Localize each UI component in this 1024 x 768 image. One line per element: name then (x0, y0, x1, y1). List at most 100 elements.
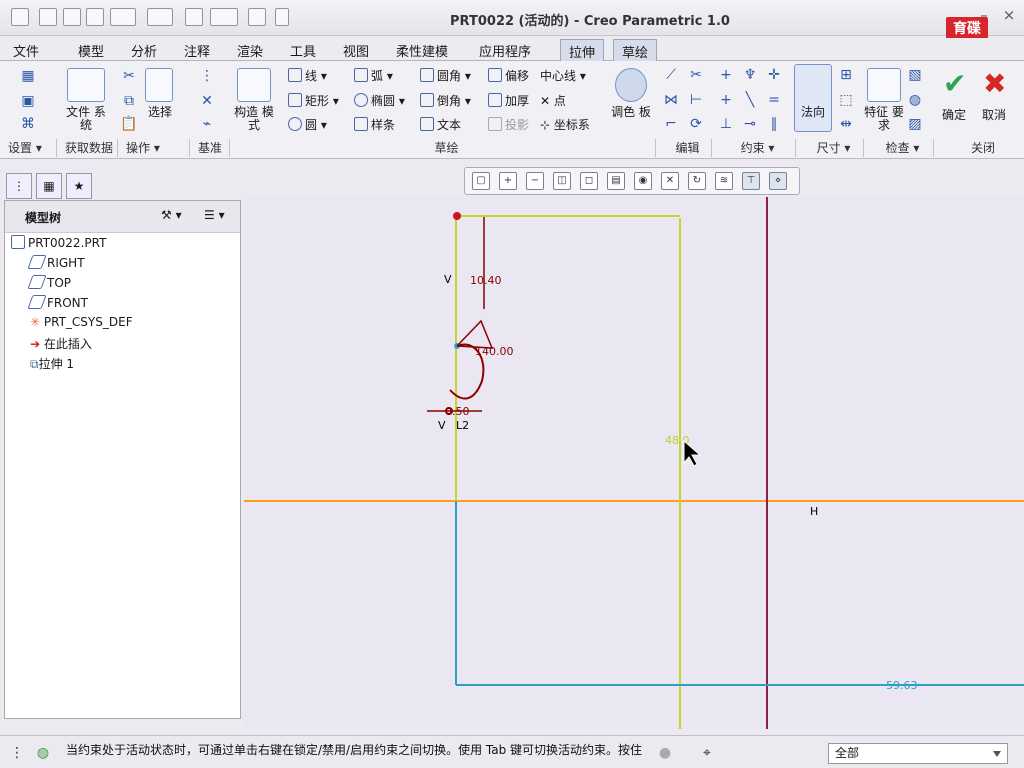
close-window-icon[interactable] (248, 8, 266, 26)
file-system-button[interactable] (67, 68, 105, 102)
feature-requirements-button[interactable] (867, 68, 901, 102)
group-close[interactable]: 关闭 (934, 139, 1024, 157)
points-icon[interactable]: ⋮ (198, 67, 216, 85)
baseline-icon[interactable]: ⇹ (837, 115, 855, 133)
tab-flexible-modeling[interactable]: 柔性建模 (396, 41, 448, 60)
parallel-constraint-icon[interactable]: ∥ (765, 115, 783, 133)
dimension-59-63[interactable]: 59.63 (886, 679, 918, 692)
tab-applications[interactable]: 应用程序 (479, 41, 531, 60)
view-manager-icon[interactable]: ◉ (634, 172, 652, 190)
dimension-10-40[interactable]: 10.40 (470, 274, 502, 287)
sketch-display-icon[interactable]: ⊤ (742, 172, 760, 190)
dimension-140[interactable]: 140.00 (475, 345, 514, 358)
annotation-display-icon[interactable]: ≋ (715, 172, 733, 190)
cancel-x-icon[interactable]: ✖ (983, 67, 1006, 100)
construction-mode-button[interactable] (237, 68, 271, 102)
tree-item-top[interactable]: TOP (27, 275, 71, 290)
reference-dim-icon[interactable]: ⬚ (837, 91, 855, 109)
group-operations[interactable]: 操作 ▾ (118, 139, 190, 157)
regenerate-icon[interactable] (185, 8, 203, 26)
x-icon[interactable]: ✕ (198, 92, 216, 110)
display-style-icon[interactable]: ◻ (580, 172, 598, 190)
datum-display-icon[interactable]: ✕ (661, 172, 679, 190)
group-get-data[interactable]: 获取数据 (57, 139, 118, 157)
datum-csys-icon[interactable]: ⌁ (198, 115, 216, 133)
group-dimension[interactable]: 尺寸 ▾ (796, 139, 864, 157)
favorites-tab[interactable]: ★ (66, 173, 92, 199)
highlight-open-ends-icon[interactable]: ▧ (906, 66, 924, 84)
perpendicular-constraint-icon[interactable]: ⊥ (717, 115, 735, 133)
tree-item-front[interactable]: FRONT (27, 295, 88, 310)
rectangle-tool[interactable]: 矩形 ▾ (288, 92, 339, 109)
delete-segment-icon[interactable]: ✂ (687, 66, 705, 84)
sketch-view-icon[interactable]: ▣ (19, 92, 37, 110)
tangent-constraint-icon[interactable]: ♆ (741, 66, 759, 84)
horizontal-constraint-icon[interactable]: + (717, 91, 735, 109)
start-point[interactable] (453, 212, 461, 220)
selection-filter[interactable]: 全部 (828, 743, 1008, 764)
spin-center-icon[interactable]: ↻ (688, 172, 706, 190)
save-icon[interactable] (86, 8, 104, 26)
symmetric-constraint-icon[interactable]: ✛ (765, 66, 783, 84)
mirror-icon[interactable]: ⋈ (662, 91, 680, 109)
tree-item-extrude[interactable]: ⧉拉伸 1 (30, 355, 74, 372)
group-setup[interactable]: 设置 ▾ (0, 139, 57, 157)
ellipse-tool[interactable]: 椭圆 ▾ (354, 92, 405, 109)
circle-tool[interactable]: 圆 ▾ (288, 116, 327, 133)
grid-icon[interactable]: ▦ (19, 67, 37, 85)
close-button[interactable]: × (1000, 8, 1018, 24)
arc-tool[interactable]: 弧 ▾ (354, 67, 393, 84)
zoom-out-icon[interactable]: − (526, 172, 544, 190)
tab-annotate[interactable]: 注释 (184, 41, 210, 60)
vertical-constraint-icon[interactable]: + (717, 66, 735, 84)
corner-icon[interactable]: ⌐ (662, 115, 680, 133)
point-tool[interactable]: ✕ 点 (540, 92, 566, 109)
project-tool[interactable]: 投影 (488, 116, 529, 133)
shade-closed-loops-icon[interactable]: ◍ (906, 91, 924, 109)
windows-icon[interactable] (210, 8, 238, 26)
palette-button[interactable] (615, 68, 647, 102)
chevron-down-icon[interactable] (993, 751, 1001, 757)
find-icon[interactable]: ⌖ (698, 744, 716, 762)
group-inspect[interactable]: 检查 ▾ (864, 139, 934, 157)
quick-access-menu-icon[interactable] (275, 8, 289, 26)
browser-icon[interactable]: ◍ (34, 744, 52, 762)
ok-label[interactable]: 确定 (942, 106, 966, 123)
dimension-0-50[interactable]: 0.50 (445, 405, 470, 418)
redo-icon[interactable] (147, 8, 173, 26)
text-tool[interactable]: 文本 (420, 116, 461, 133)
show-icon[interactable]: ☰ ▾ (204, 208, 225, 222)
copy-icon[interactable]: ⧉ (120, 92, 138, 110)
group-edit[interactable]: 编辑 (656, 139, 712, 157)
references-icon[interactable]: ⌘ (19, 115, 37, 133)
thicken-tool[interactable]: 加厚 (488, 92, 529, 109)
centerline-tool[interactable]: 中心线 ▾ (540, 67, 586, 84)
new-file-icon[interactable] (39, 8, 57, 26)
spline-tool[interactable]: 样条 (354, 116, 395, 133)
normal-dimension-button[interactable] (794, 64, 832, 132)
tree-item-right[interactable]: RIGHT (27, 255, 85, 270)
overlapping-geometry-icon[interactable]: ▨ (906, 115, 924, 133)
tab-analysis[interactable]: 分析 (131, 41, 157, 60)
tree-item-csys[interactable]: ✳ PRT_CSYS_DEF (30, 315, 133, 329)
model-tree-tab[interactable]: ⋮ (6, 173, 32, 199)
sketch-graphics[interactable]: 10.40 140.00 0.50 48.0 59.63 V V L2 H (244, 197, 1024, 729)
tab-view[interactable]: 视图 (343, 41, 369, 60)
offset-tool[interactable]: 偏移 (488, 67, 529, 84)
tab-file[interactable]: 文件 (13, 41, 39, 60)
midpoint-constraint-icon[interactable]: ╲ (741, 91, 759, 109)
group-constrain[interactable]: 约束 ▾ (712, 139, 796, 157)
folder-browser-tab[interactable]: ▦ (36, 173, 62, 199)
modify-icon[interactable]: ⟋ (662, 66, 680, 84)
group-datum[interactable]: 基准 (190, 139, 230, 157)
tab-tools[interactable]: 工具 (290, 41, 316, 60)
coincident-constraint-icon[interactable]: ⊸ (741, 115, 759, 133)
chamfer-tool[interactable]: 倒角 ▾ (420, 92, 471, 109)
repaint-icon[interactable]: ◫ (553, 172, 571, 190)
cut-icon[interactable]: ✂ (120, 67, 138, 85)
perimeter-icon[interactable]: ⊞ (837, 66, 855, 84)
rotate-resize-icon[interactable]: ⟳ (687, 115, 705, 133)
group-sketch[interactable]: 草绘 (230, 139, 656, 157)
saved-orientations-icon[interactable]: ▤ (607, 172, 625, 190)
tree-item-insert-here[interactable]: ➔ 在此插入 (30, 335, 92, 352)
